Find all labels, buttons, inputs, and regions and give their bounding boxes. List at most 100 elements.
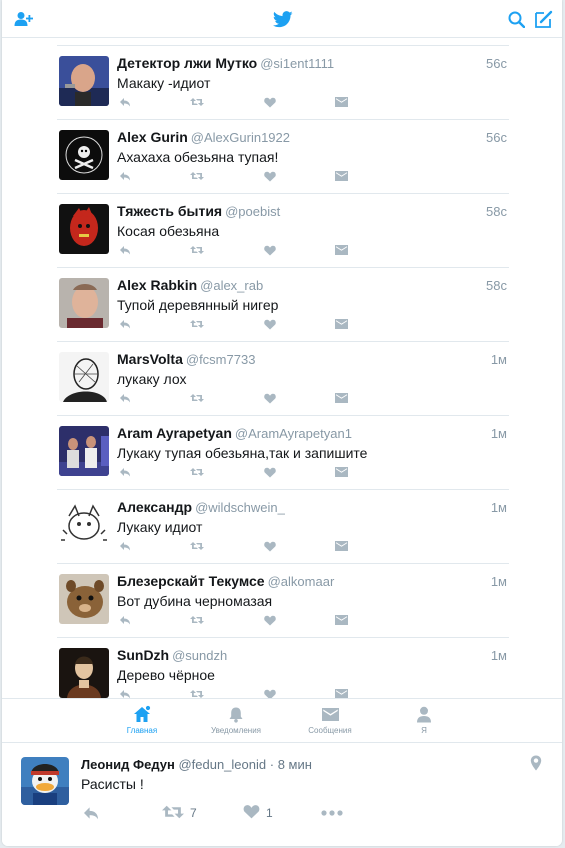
tweet-time[interactable]: 1м [491, 648, 507, 663]
retweet-icon[interactable] [190, 170, 204, 182]
avatar[interactable] [21, 757, 69, 805]
tweet-item[interactable]: Alex Rabkin @alex_rab 58с Тупой деревянны… [57, 267, 509, 341]
avatar[interactable] [59, 278, 109, 328]
tweet-time[interactable]: 58с [486, 278, 507, 293]
tweet-item[interactable]: Александр @wildschwein_ 1м Лукаку идиот [57, 489, 509, 563]
tweet-item[interactable]: Тяжесть бытия @poebist 58с Косая обезьяна [57, 193, 509, 267]
add-user-icon[interactable] [14, 9, 34, 29]
reply-icon[interactable] [118, 540, 132, 552]
user-name[interactable]: Блезерскайт Текумсе [117, 573, 265, 589]
like-icon[interactable] [263, 614, 277, 626]
tweet-time[interactable]: 1м [491, 426, 507, 441]
like-icon[interactable] [263, 392, 277, 404]
message-icon[interactable] [334, 170, 348, 182]
embedded-tweet[interactable]: Леонид Федун @fedun_leonid · 8 мин Расис… [2, 743, 562, 846]
reply-icon[interactable] [118, 614, 132, 626]
more-options-icon[interactable] [321, 803, 343, 823]
twitter-bird-icon[interactable] [272, 9, 294, 29]
avatar[interactable] [59, 204, 109, 254]
tab-me[interactable]: Я [379, 705, 469, 735]
retweet-icon[interactable] [190, 96, 204, 108]
location-pin-icon[interactable] [530, 755, 542, 776]
avatar[interactable] [59, 352, 109, 402]
user-handle[interactable]: @fcsm7733 [186, 352, 256, 367]
tweet-time[interactable]: 1м [491, 500, 507, 515]
user-name[interactable]: Тяжесть бытия [117, 203, 222, 219]
user-name[interactable]: MarsVolta [117, 351, 183, 367]
tweet-item[interactable]: Alex Gurin @AlexGurin1922 56с Ахахаха обе… [57, 119, 509, 193]
message-icon[interactable] [334, 96, 348, 108]
message-icon[interactable] [334, 466, 348, 478]
like-icon[interactable] [263, 244, 277, 256]
reply-icon[interactable] [118, 96, 132, 108]
message-icon[interactable] [334, 392, 348, 404]
retweet-icon[interactable] [190, 318, 204, 330]
tweet-item[interactable]: Aram Ayrapetyan @AramAyrapetyan1 1м Лукак… [57, 415, 509, 489]
user-name[interactable]: Александр [117, 499, 192, 515]
user-name[interactable]: SunDzh [117, 647, 169, 663]
tweet-time[interactable]: 1м [491, 352, 507, 367]
reply-icon[interactable] [82, 803, 100, 823]
tweet-time[interactable]: 1м [491, 574, 507, 589]
user-handle[interactable]: @si1ent1111 [260, 56, 334, 71]
avatar[interactable] [59, 574, 109, 624]
like-icon[interactable] [263, 170, 277, 182]
user-name[interactable]: Леонид Федун [81, 757, 175, 772]
message-icon[interactable] [334, 614, 348, 626]
user-name[interactable]: Alex Gurin [117, 129, 188, 145]
avatar[interactable] [59, 130, 109, 180]
message-icon[interactable] [334, 688, 348, 698]
message-icon[interactable] [334, 318, 348, 330]
like-icon[interactable] [263, 688, 277, 698]
avatar[interactable] [59, 426, 109, 476]
reply-icon[interactable] [118, 688, 132, 698]
retweet-button[interactable]: 7 [162, 803, 197, 823]
user-handle[interactable]: @sundzh [172, 648, 227, 663]
reply-icon[interactable] [118, 466, 132, 478]
tab-messages[interactable]: Сообщения [285, 705, 375, 735]
reply-icon[interactable] [118, 318, 132, 330]
reply-icon[interactable] [118, 170, 132, 182]
reply-icon[interactable] [118, 244, 132, 256]
like-icon[interactable] [263, 96, 277, 108]
tweet-time[interactable]: 56с [486, 130, 507, 145]
tweet-time[interactable]: 56с [486, 56, 507, 71]
avatar[interactable] [59, 648, 109, 698]
compose-icon[interactable] [534, 9, 554, 29]
retweet-icon[interactable] [190, 392, 204, 404]
retweet-icon[interactable] [190, 614, 204, 626]
user-handle[interactable]: @fedun_leonid [178, 757, 266, 772]
tab-notifications[interactable]: Уведомления [191, 705, 281, 735]
message-icon[interactable] [334, 540, 348, 552]
like-icon[interactable] [263, 540, 277, 552]
retweet-icon[interactable] [190, 688, 204, 698]
user-handle[interactable]: @AlexGurin1922 [191, 130, 290, 145]
reply-icon[interactable] [118, 392, 132, 404]
avatar[interactable] [59, 500, 109, 550]
tab-home[interactable]: Главная [97, 705, 187, 735]
timeline-feed[interactable]: Детектор лжи Мутко @si1ent1111 56с Макаку… [2, 45, 562, 698]
like-icon[interactable] [263, 466, 277, 478]
user-name[interactable]: Alex Rabkin [117, 277, 197, 293]
user-handle[interactable]: @alkomaar [268, 574, 335, 589]
like-icon[interactable] [263, 318, 277, 330]
retweet-icon[interactable] [190, 540, 204, 552]
user-handle[interactable]: @wildschwein_ [195, 500, 285, 515]
tweet-item[interactable]: Блезерскайт Текумсе @alkomaar 1м Вот дуби… [57, 563, 509, 637]
tweet-item[interactable]: MarsVolta @fcsm7733 1м лукаку лох [57, 341, 509, 415]
user-handle[interactable]: @alex_rab [200, 278, 263, 293]
tweet-item[interactable]: Детектор лжи Мутко @si1ent1111 56с Макаку… [57, 45, 509, 119]
user-name[interactable]: Aram Ayrapetyan [117, 425, 232, 441]
like-button[interactable]: 1 [243, 803, 273, 823]
message-icon[interactable] [334, 244, 348, 256]
tweet-time[interactable]: 8 мин [278, 757, 312, 772]
tweet-item[interactable]: SunDzh @sundzh 1м Дерево чёрное [57, 637, 509, 698]
user-name[interactable]: Детектор лжи Мутко [117, 55, 257, 71]
avatar[interactable] [59, 56, 109, 106]
retweet-icon[interactable] [190, 244, 204, 256]
retweet-icon[interactable] [190, 466, 204, 478]
search-icon[interactable] [506, 9, 526, 29]
user-handle[interactable]: @poebist [225, 204, 280, 219]
tweet-time[interactable]: 58с [486, 204, 507, 219]
user-handle[interactable]: @AramAyrapetyan1 [235, 426, 352, 441]
